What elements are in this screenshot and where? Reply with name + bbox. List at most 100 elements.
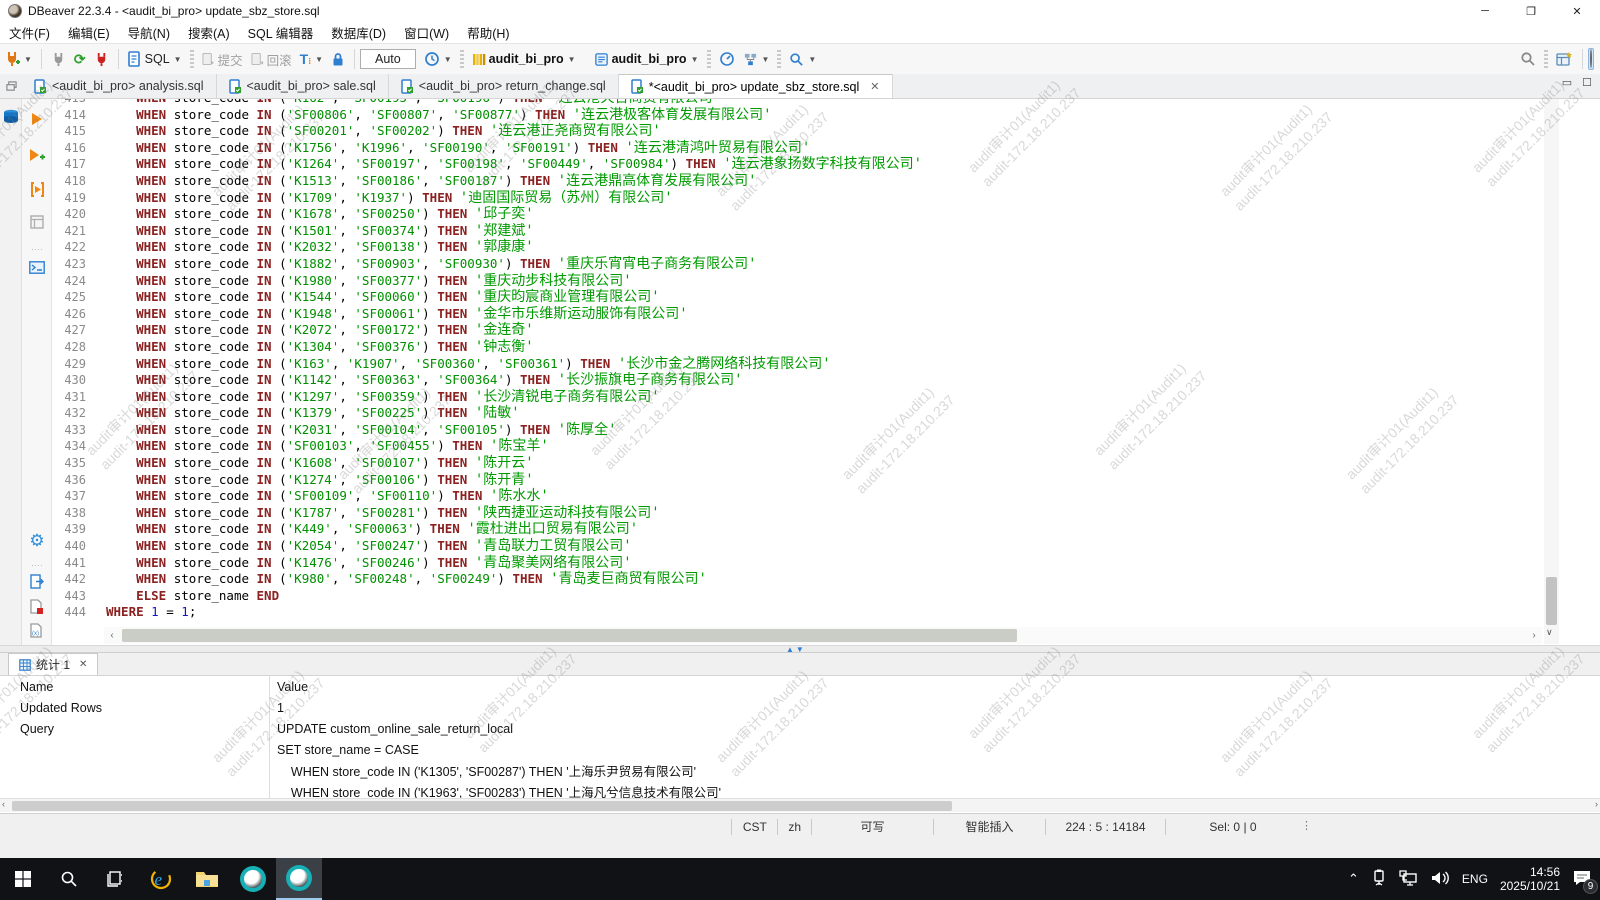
line-number[interactable]: 440	[52, 538, 98, 555]
results-scroll-left-icon[interactable]: ‹	[2, 799, 5, 809]
reconnect-button[interactable]: ⟳	[70, 48, 90, 71]
database-navigator-icon[interactable]	[1, 107, 21, 127]
editor-settings-button[interactable]: ⚙	[27, 531, 47, 551]
editor-tab-2[interactable]: <audit_bi_pro> return_change.sql	[389, 74, 619, 98]
status-segment-2[interactable]: 可写	[811, 819, 933, 835]
export-result-button[interactable]	[27, 571, 47, 591]
results-hscroll-thumb[interactable]	[12, 801, 952, 811]
schema-selector[interactable]: audit_bi_pro ▼	[590, 49, 703, 70]
execute-new-tab-button[interactable]	[27, 145, 47, 165]
volume-icon[interactable]	[1431, 870, 1450, 889]
line-number[interactable]: 427	[52, 322, 98, 339]
line-number[interactable]: 416	[52, 140, 98, 157]
scroll-left-icon[interactable]: ‹	[104, 630, 120, 641]
connect-button[interactable]	[47, 49, 70, 70]
line-number[interactable]: 435	[52, 455, 98, 472]
panel-splitter[interactable]: ▲▼	[0, 645, 1600, 653]
results-horizontal-scrollbar[interactable]: ‹ ›	[0, 798, 1600, 812]
task-view-button[interactable]	[92, 858, 138, 900]
explain-plan-button[interactable]	[27, 212, 47, 232]
editor-tab-0[interactable]: <audit_bi_pro> analysis.sql	[22, 74, 217, 98]
line-number[interactable]: 443	[52, 588, 98, 605]
editor-horizontal-scrollbar[interactable]: ‹ ›	[104, 627, 1542, 644]
column-header-value[interactable]: Value	[269, 680, 1600, 694]
new-connection-button[interactable]: ▼	[0, 48, 36, 70]
line-number[interactable]: 441	[52, 555, 98, 572]
menu-item-4[interactable]: SQL 编辑器	[239, 21, 323, 44]
column-divider[interactable]	[269, 676, 270, 798]
vscroll-thumb[interactable]	[1546, 577, 1557, 625]
rollback-button[interactable]: 回滚	[247, 47, 296, 72]
status-segment-5[interactable]: Sel: 0 | 0	[1165, 819, 1300, 835]
execute-statement-button[interactable]	[27, 109, 47, 129]
line-number[interactable]: 423	[52, 256, 98, 273]
line-number[interactable]: 425	[52, 289, 98, 306]
dbeaver-perspective-button[interactable]	[1588, 48, 1594, 70]
menu-item-1[interactable]: 编辑(E)	[59, 21, 119, 44]
status-segment-4[interactable]: 224 : 5 : 14184	[1045, 819, 1165, 835]
sql-editor-button[interactable]: SQL ▼	[124, 48, 186, 70]
restore-button[interactable]: ❐	[1508, 0, 1554, 22]
file-explorer-button[interactable]	[184, 858, 230, 900]
line-number[interactable]: 432	[52, 405, 98, 422]
line-number[interactable]: 424	[52, 273, 98, 290]
statistics-row-0[interactable]: Updated Rows1	[0, 697, 1600, 718]
line-number[interactable]: 428	[52, 339, 98, 356]
restore-panel-icon[interactable]	[0, 74, 22, 98]
line-number[interactable]: 426	[52, 306, 98, 323]
status-segment-3[interactable]: 智能插入	[933, 819, 1045, 835]
dashboard-button[interactable]	[715, 48, 739, 70]
commit-structure-button[interactable]: ▼	[739, 49, 774, 70]
notification-center-button[interactable]: 9	[1572, 869, 1592, 890]
menu-item-2[interactable]: 导航(N)	[119, 21, 179, 44]
line-number[interactable]: 422	[52, 239, 98, 256]
menu-item-0[interactable]: 文件(F)	[0, 21, 59, 44]
menu-item-7[interactable]: 帮助(H)	[458, 21, 518, 44]
status-segment-0[interactable]: CST	[731, 819, 777, 835]
close-button[interactable]: ✕	[1554, 0, 1600, 22]
execute-script-button[interactable]	[27, 179, 47, 199]
file-metadata-button[interactable]: (x)	[27, 620, 47, 640]
save-file-button[interactable]	[27, 596, 47, 616]
auto-commit-combo[interactable]: Auto	[360, 49, 416, 69]
clock-widget[interactable]: 14:56 2025/10/21	[1500, 865, 1560, 893]
maximize-view-button[interactable]: ☐	[1582, 76, 1592, 89]
line-number[interactable]: 442	[52, 571, 98, 588]
line-number[interactable]: 444	[52, 604, 98, 621]
open-perspective-button[interactable]	[1552, 48, 1577, 70]
transaction-mode-button[interactable]: T⁝ ▼	[296, 48, 327, 70]
line-number[interactable]: 420	[52, 206, 98, 223]
scroll-down-icon[interactable]: ∨	[1546, 627, 1553, 638]
column-header-name[interactable]: Name	[0, 680, 269, 694]
status-segment-1[interactable]: zh	[777, 819, 811, 835]
status-overflow-icon[interactable]: ⋮	[1301, 819, 1312, 832]
line-number[interactable]: 419	[52, 190, 98, 207]
input-language[interactable]: ENG	[1462, 872, 1488, 886]
line-number[interactable]: 421	[52, 223, 98, 240]
dbeaver-taskbar-button[interactable]	[230, 858, 276, 900]
line-number[interactable]: 436	[52, 472, 98, 489]
line-number[interactable]: 429	[52, 356, 98, 373]
line-number[interactable]: 439	[52, 521, 98, 538]
menu-item-6[interactable]: 窗口(W)	[395, 21, 458, 44]
sql-search-button[interactable]: ▼	[785, 49, 820, 70]
disconnect-button[interactable]	[90, 49, 113, 70]
line-number[interactable]: 430	[52, 372, 98, 389]
sql-code-area[interactable]: 413 WHEN store_code IN ('K162', 'SF00195…	[52, 99, 1542, 627]
statistics-row-1[interactable]: QueryUPDATE custom_online_sale_return_lo…	[0, 718, 1600, 739]
commit-button[interactable]: 提交	[198, 47, 247, 72]
hscroll-thumb[interactable]	[122, 629, 1017, 642]
close-tab-icon[interactable]: ✕	[870, 80, 879, 93]
connection-selector[interactable]: audit_bi_pro ▼	[468, 49, 580, 70]
line-number[interactable]: 438	[52, 505, 98, 522]
line-number[interactable]: 415	[52, 123, 98, 140]
editor-vertical-scrollbar[interactable]: ∨	[1544, 99, 1559, 644]
close-tab-icon[interactable]: ✕	[79, 659, 87, 670]
line-number[interactable]: 413	[52, 99, 98, 107]
lock-button[interactable]	[327, 49, 349, 70]
line-number[interactable]: 437	[52, 488, 98, 505]
statistics-row-2[interactable]: SET store_name = CASE	[0, 739, 1600, 760]
editor-tab-1[interactable]: <audit_bi_pro> sale.sql	[217, 74, 389, 98]
tab-statistics[interactable]: 统计 1 ✕	[8, 653, 98, 675]
minimize-view-button[interactable]: ▭	[1562, 76, 1572, 89]
